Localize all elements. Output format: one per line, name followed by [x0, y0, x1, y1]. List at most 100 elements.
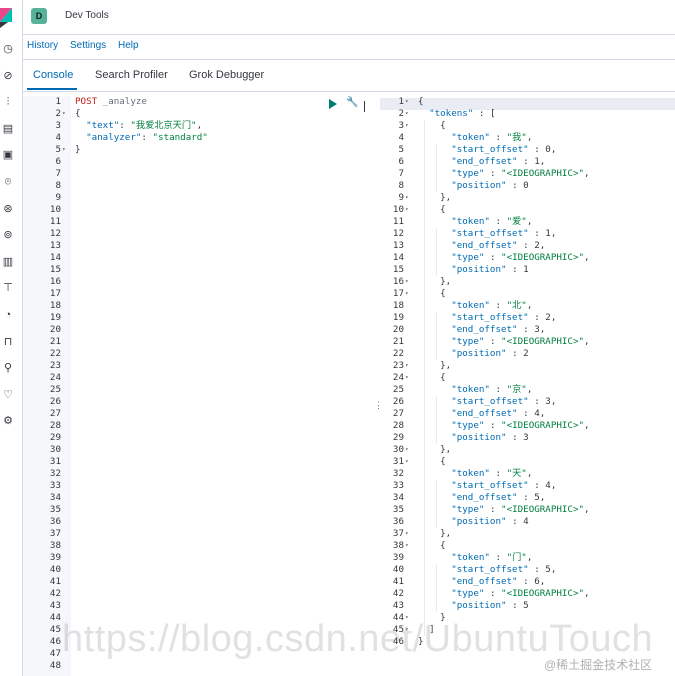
code-line: "tokens" : [ — [429, 108, 496, 119]
clock-icon[interactable]: ◷ — [1, 42, 15, 56]
line-number: 41 — [49, 576, 61, 587]
line-number: 36 — [392, 516, 404, 527]
top-header: D Dev Tools — [22, 0, 675, 35]
code-line: "end_offset" : 1, — [451, 156, 546, 167]
line-number: 32 — [392, 468, 404, 479]
code-line: }, — [418, 360, 452, 371]
line-number: 5 — [55, 144, 61, 155]
fold-toggle-icon[interactable]: ▾ — [405, 96, 409, 108]
code-line: "start_offset" : 2, — [451, 312, 557, 323]
fold-toggle-icon[interactable]: ▾ — [405, 120, 409, 132]
fold-toggle-icon[interactable]: ▾ — [405, 192, 409, 204]
compass-icon[interactable]: ⊘ — [1, 69, 15, 83]
code-line: "end_offset" : 2, — [451, 240, 546, 251]
line-number: 7 — [55, 168, 61, 179]
devtools-icon[interactable]: ⚲ — [1, 361, 15, 375]
credit-watermark: @稀土掘金技术社区 — [544, 658, 653, 672]
code-line: "token" : "京", — [451, 384, 533, 395]
run-request-icon[interactable] — [329, 99, 337, 109]
settings-link[interactable]: Settings — [70, 40, 106, 51]
kibana-logo-icon[interactable] — [0, 0, 14, 34]
fold-toggle-icon[interactable]: ▾ — [405, 288, 409, 300]
management-icon[interactable]: ⚙ — [1, 414, 15, 428]
line-number: 33 — [392, 480, 404, 491]
code-line: "token" : "我", — [451, 132, 533, 143]
monitoring-icon[interactable]: ♡ — [1, 388, 15, 402]
help-link[interactable]: Help — [118, 40, 139, 51]
code-line: { — [418, 288, 446, 299]
line-number: 17 — [49, 288, 61, 299]
line-number: 12 — [392, 228, 404, 239]
pane-resize-handle[interactable]: ⋮ — [374, 400, 383, 411]
tab-console[interactable]: Console — [33, 69, 73, 81]
code-line: { — [418, 96, 424, 107]
code-line: { — [418, 456, 446, 467]
code-line: }, — [418, 528, 452, 539]
history-link[interactable]: History — [27, 40, 58, 51]
code-line: "token" : "门", — [451, 552, 533, 563]
line-number: 22 — [49, 348, 61, 359]
code-line: }, — [418, 276, 452, 287]
line-number: 31 — [49, 456, 61, 467]
fold-toggle-icon[interactable]: ▾ — [62, 108, 66, 120]
line-number: 6 — [398, 156, 404, 167]
code-line: "end_offset" : 6, — [451, 576, 546, 587]
tab-grok-debugger[interactable]: Grok Debugger — [189, 69, 264, 81]
line-number: 12 — [49, 228, 61, 239]
active-tab-indicator — [27, 88, 77, 90]
fold-toggle-icon[interactable]: ▾ — [405, 372, 409, 384]
fold-toggle-icon[interactable]: ▾ — [405, 108, 409, 120]
indent-guide — [436, 228, 437, 276]
line-number: 18 — [392, 300, 404, 311]
space-avatar[interactable]: D — [31, 8, 47, 24]
fold-toggle-icon[interactable]: ▾ — [405, 444, 409, 456]
fold-toggle-icon[interactable]: ▾ — [405, 360, 409, 372]
fold-toggle-icon[interactable]: ▾ — [405, 276, 409, 288]
line-number: 21 — [49, 336, 61, 347]
indent-guide — [436, 396, 437, 444]
line-number: 23 — [49, 360, 61, 371]
line-number: 34 — [392, 492, 404, 503]
line-number: 38 — [49, 540, 61, 551]
maps-icon[interactable]: ⌾ — [1, 175, 15, 189]
line-number: 25 — [49, 384, 61, 395]
line-number: 11 — [49, 216, 61, 227]
wrench-icon[interactable]: 🔧 — [346, 97, 358, 108]
siem-icon[interactable]: ⊓ — [1, 335, 15, 349]
chart-icon[interactable]: ⫶ — [1, 95, 15, 109]
fold-toggle-icon[interactable]: ▾ — [62, 144, 66, 156]
uptime-icon[interactable]: ◔ — [1, 308, 15, 322]
line-number: 7 — [398, 168, 404, 179]
fold-toggle-icon[interactable]: ▾ — [405, 204, 409, 216]
line-number: 9 — [398, 192, 404, 203]
logs-icon[interactable]: ▥ — [1, 255, 15, 269]
devtools-tabs: Console Search Profiler Grok Debugger — [22, 59, 675, 92]
code-line: POST _analyze — [75, 96, 147, 107]
apm-icon[interactable]: ⊤ — [1, 281, 15, 295]
code-line: "type" : "<IDEOGRAPHIC>", — [451, 252, 590, 263]
infra-icon[interactable]: ⊚ — [1, 228, 15, 242]
tab-search-profiler[interactable]: Search Profiler — [95, 69, 168, 81]
code-line: "start_offset" : 3, — [451, 396, 557, 407]
line-number: 40 — [49, 564, 61, 575]
code-line: "start_offset" : 5, — [451, 564, 557, 575]
code-line: "type" : "<IDEOGRAPHIC>", — [451, 420, 590, 431]
line-number: 42 — [392, 588, 404, 599]
fold-toggle-icon[interactable]: ▾ — [405, 540, 409, 552]
line-number: 18 — [49, 300, 61, 311]
line-number: 11 — [392, 216, 404, 227]
fold-toggle-icon[interactable]: ▾ — [405, 528, 409, 540]
canvas-icon[interactable]: ▣ — [1, 148, 15, 162]
ml-icon[interactable]: ⊛ — [1, 202, 15, 216]
fold-toggle-icon[interactable]: ▾ — [405, 456, 409, 468]
response-editor[interactable]: 1 ▾{2 ▾ "tokens" : [3 ▾ {4 "token" : "我", 5 … — [380, 96, 675, 676]
request-editor[interactable]: 1 POST _analyze 2 ▾{3 "text": "我爱北京天门", 4 "a… — [23, 96, 373, 676]
dashboard-icon[interactable]: ▤ — [1, 122, 15, 136]
line-number: 35 — [49, 504, 61, 515]
line-number: 1 — [398, 96, 404, 107]
line-number: 38 — [392, 540, 404, 551]
line-number: 26 — [49, 396, 61, 407]
line-number: 19 — [49, 312, 61, 323]
line-number: 21 — [392, 336, 404, 347]
code-line: "text": "我爱北京天门", — [86, 120, 203, 131]
